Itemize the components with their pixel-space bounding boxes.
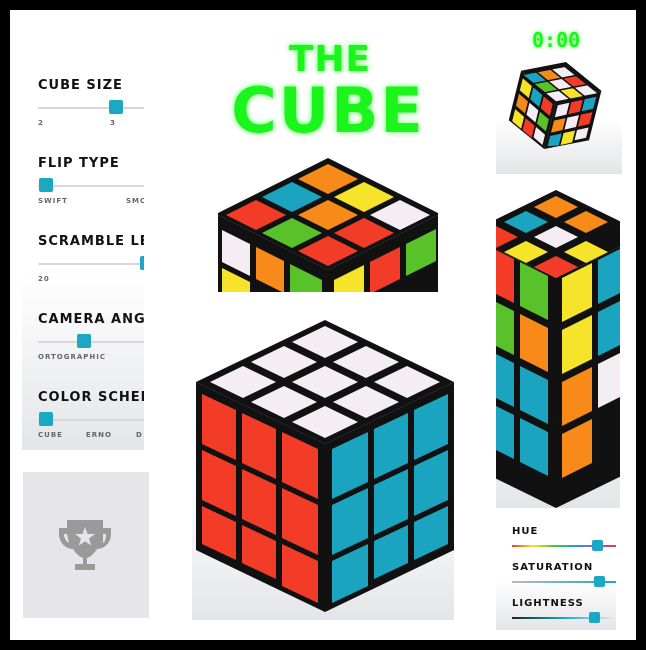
scramble-length-slider[interactable] <box>140 256 144 270</box>
camera-angle-tick-ortographic: ORTOGRAPHIC <box>38 353 107 361</box>
main-cube-panel[interactable] <box>192 310 454 620</box>
color-scheme-tick-erno: ERNO <box>86 431 112 439</box>
camera-angle-slider[interactable] <box>77 334 91 348</box>
color-scheme-tick-d: D <box>136 431 143 439</box>
timer: 0:00 <box>532 28 581 52</box>
camera-angle-label: CAMERA ANGL <box>38 312 144 327</box>
camera-angle-track[interactable] <box>38 341 144 343</box>
settings-panel: CUBE SIZE 2 3 FLIP TYPE SWIFT SMO SCRAMB… <box>22 60 144 450</box>
lightness-slider[interactable] <box>589 612 600 623</box>
saturation-slider[interactable] <box>594 576 605 587</box>
color-scheme-label: COLOR SCHEM <box>38 390 144 405</box>
flip-type-track[interactable] <box>38 185 144 187</box>
scramble-length-tick-20: 20 <box>38 275 50 283</box>
scramble-length-label: SCRAMBLE LE <box>38 234 144 249</box>
flip-type-tick-swift: SWIFT <box>38 197 68 205</box>
cube-side-view <box>496 190 620 508</box>
cube-top-view <box>218 154 438 292</box>
flip-type-slider[interactable] <box>39 178 53 192</box>
color-scheme-tick-cube: CUBE <box>38 431 63 439</box>
cube-size-slider[interactable] <box>109 100 123 114</box>
preview-cube <box>508 61 602 150</box>
hue-label: HUE <box>512 526 539 537</box>
scramble-length-track[interactable] <box>38 263 144 265</box>
cube-size-label: CUBE SIZE <box>38 78 123 93</box>
main-cube <box>196 320 454 612</box>
cube-size-tick-2: 2 <box>38 119 44 127</box>
flip-type-label: FLIP TYPE <box>38 156 120 171</box>
title-cube: CUBE <box>231 74 425 147</box>
lightness-label: LIGHTNESS <box>512 598 584 609</box>
lightness-track[interactable] <box>512 617 616 619</box>
hue-slider[interactable] <box>592 540 603 551</box>
preview-panel[interactable] <box>496 50 622 174</box>
cube-size-track[interactable] <box>38 107 144 109</box>
flip-type-tick-smooth: SMO <box>126 197 144 205</box>
achievements-button[interactable] <box>23 472 149 618</box>
color-scheme-track[interactable] <box>38 419 144 421</box>
color-scheme-slider[interactable] <box>39 412 53 426</box>
color-sliders-panel: HUE SATURATION LIGHTNESS <box>496 520 616 630</box>
game-screen: CUBE SIZE 2 3 FLIP TYPE SWIFT SMO SCRAMB… <box>10 10 636 640</box>
cube-size-tick-3: 3 <box>110 119 116 127</box>
trophy-icon <box>59 520 111 570</box>
saturation-label: SATURATION <box>512 562 594 573</box>
